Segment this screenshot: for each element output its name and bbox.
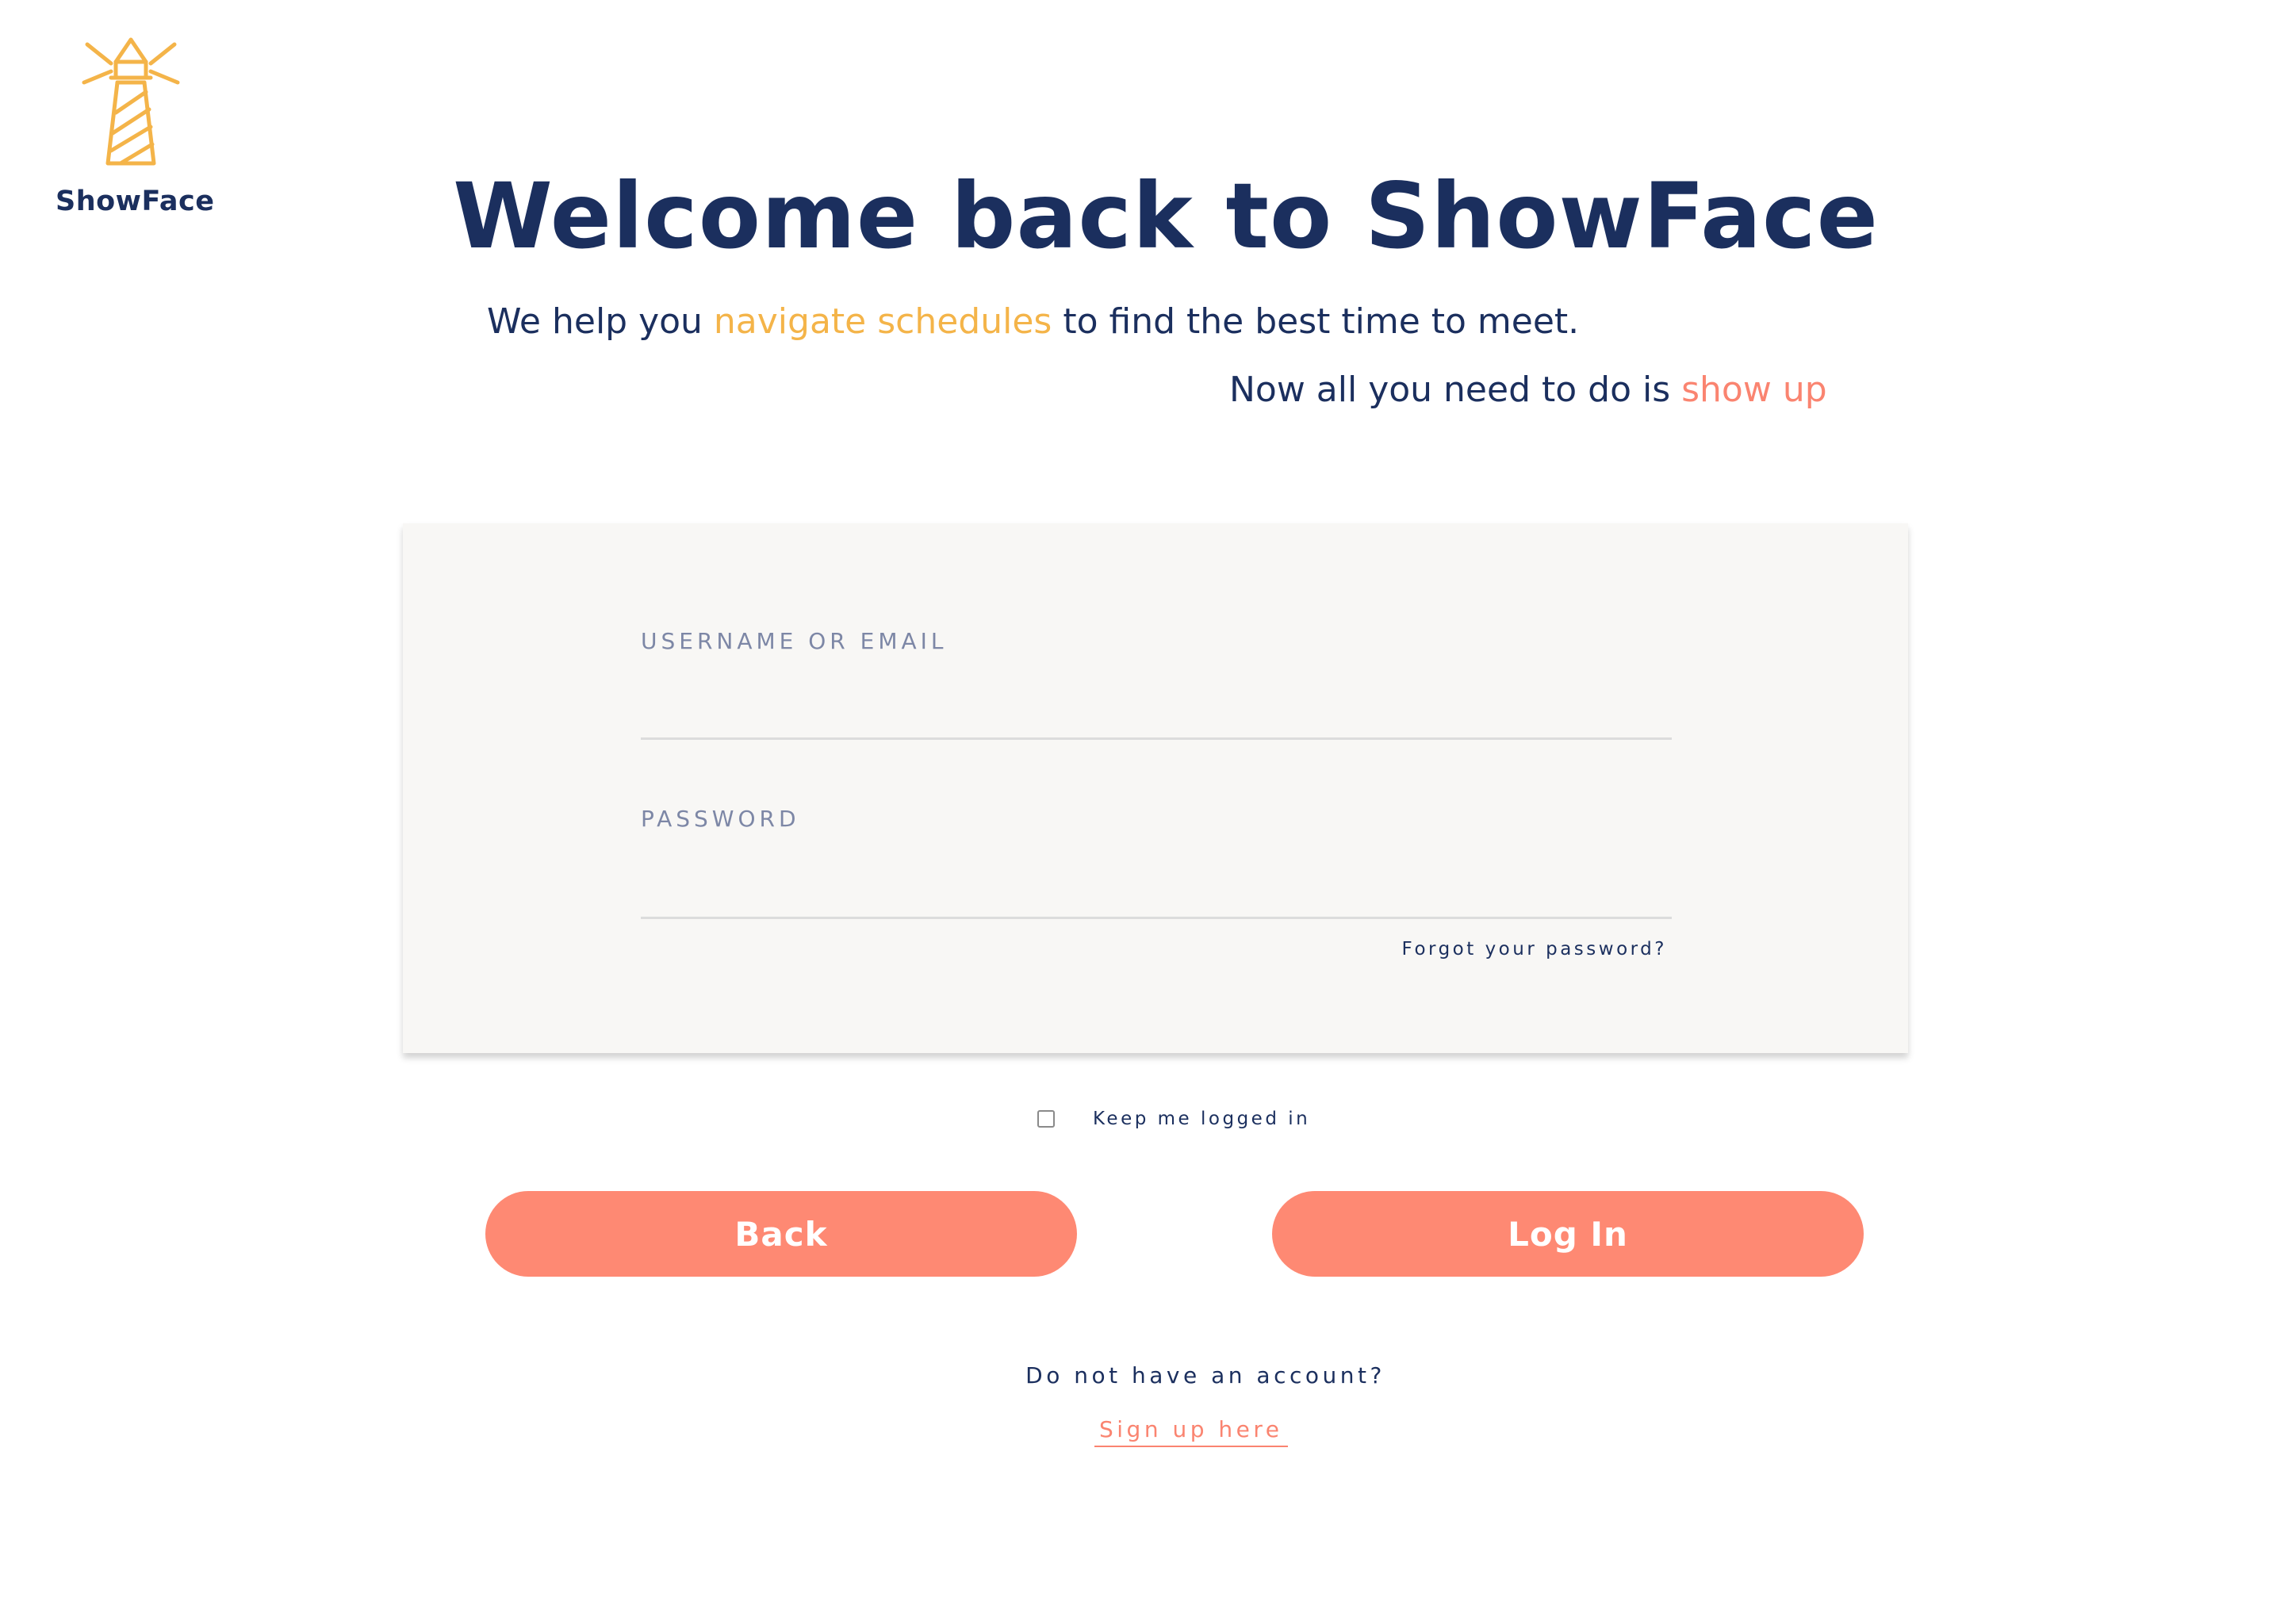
- tagline-primary: We help you navigate schedules to find t…: [487, 301, 1579, 342]
- login-button[interactable]: Log In: [1272, 1191, 1864, 1277]
- back-button[interactable]: Back: [485, 1191, 1077, 1277]
- tagline-secondary-before: Now all you need to do is: [1229, 370, 1682, 410]
- username-label: USERNAME OR EMAIL: [641, 628, 948, 654]
- tagline-secondary-highlight: show up: [1681, 370, 1827, 410]
- password-input[interactable]: [641, 872, 1672, 919]
- signup-prompt: Do not have an account?: [1025, 1362, 1385, 1388]
- tagline-primary-before: We help you: [487, 301, 714, 342]
- keep-logged-in[interactable]: Keep me logged in: [1037, 1109, 1310, 1129]
- keep-logged-in-checkbox[interactable]: [1037, 1110, 1055, 1128]
- tagline-secondary: Now all you need to do is show up: [1229, 370, 1827, 410]
- tagline-primary-after: to find the best time to meet.: [1052, 301, 1580, 342]
- forgot-password-link[interactable]: Forgot your password?: [1402, 939, 1667, 959]
- signup-link[interactable]: Sign up here: [1094, 1416, 1288, 1447]
- page-title: Welcome back to ShowFace: [453, 163, 1879, 269]
- username-input[interactable]: [641, 693, 1672, 740]
- lighthouse-icon: [82, 37, 180, 166]
- password-label: PASSWORD: [641, 806, 800, 832]
- login-card: USERNAME OR EMAIL PASSWORD Forgot your p…: [403, 523, 1908, 1053]
- tagline-primary-highlight: navigate schedules: [713, 301, 1052, 342]
- keep-logged-in-label: Keep me logged in: [1093, 1109, 1311, 1129]
